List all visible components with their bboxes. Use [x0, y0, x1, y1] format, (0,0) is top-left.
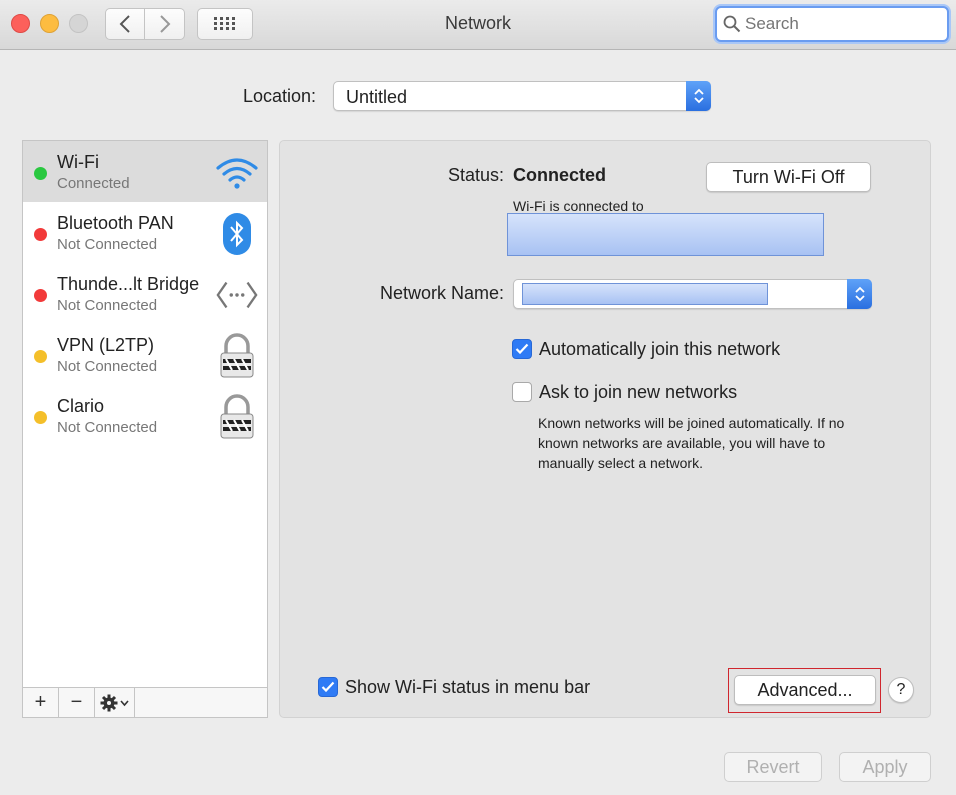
connected-to-text: Wi-Fi is connected to [513, 198, 644, 214]
lock-icon [215, 394, 259, 439]
status-dot-red [34, 228, 47, 241]
service-item-thunderbolt-bridge[interactable]: Thunde...lt Bridge Not Connected [23, 263, 267, 324]
lock-icon [215, 333, 259, 378]
status-dot-yellow [34, 411, 47, 424]
chevron-down-icon [119, 699, 129, 706]
location-select[interactable]: Untitled [333, 81, 711, 111]
search-input[interactable] [745, 14, 935, 34]
service-list: Wi-Fi Connected Bluetooth PAN Not Connec… [22, 140, 268, 718]
service-item-vpn-l2tp[interactable]: VPN (L2TP) Not Connected [23, 324, 267, 385]
show-status-label: Show Wi-Fi status in menu bar [345, 677, 591, 697]
service-name: Clario [57, 396, 105, 416]
redacted-network-name [522, 283, 768, 305]
search-icon [723, 15, 741, 33]
service-name: Thunde...lt Bridge [57, 274, 200, 294]
service-name: Wi-Fi [57, 152, 99, 172]
action-menu-button[interactable] [95, 688, 135, 717]
status-dot-yellow [34, 350, 47, 363]
service-status: Connected [57, 175, 130, 192]
service-item-wifi[interactable]: Wi-Fi Connected [23, 141, 267, 202]
location-value: Untitled [346, 87, 408, 107]
remove-service-button[interactable]: − [59, 688, 95, 717]
service-status: Not Connected [57, 358, 158, 375]
select-stepper-icon [686, 81, 711, 111]
ask-join-help-text: Known networks will be joined automatica… [538, 415, 845, 471]
search-field[interactable] [715, 6, 949, 42]
network-name-label: Network Name: [379, 283, 504, 303]
turn-wifi-off-button[interactable]: Turn Wi-Fi Off [706, 162, 871, 192]
title-bar: Network [0, 0, 956, 50]
location-label: Location: [243, 86, 317, 106]
checkmark-icon [515, 343, 529, 355]
status-dot-red [34, 289, 47, 302]
ask-join-checkbox[interactable] [512, 382, 532, 402]
network-name-select[interactable] [513, 279, 872, 309]
service-status: Not Connected [57, 236, 158, 253]
service-status: Not Connected [57, 297, 158, 314]
status-label: Status: [447, 165, 504, 185]
ask-join-label: Ask to join new networks [539, 382, 738, 402]
select-stepper-icon [847, 279, 872, 309]
bridge-arrows-icon [215, 273, 259, 317]
auto-join-checkbox[interactable] [512, 339, 532, 359]
advanced-button[interactable]: Advanced... [734, 675, 876, 705]
help-button[interactable]: ? [888, 677, 914, 703]
redacted-network-info [507, 213, 824, 256]
service-list-toolbar: + − [23, 687, 267, 717]
add-service-button[interactable]: + [23, 688, 59, 717]
checkmark-icon [321, 681, 335, 693]
auto-join-label: Automatically join this network [539, 339, 781, 359]
service-name: Bluetooth PAN [57, 213, 174, 233]
gear-icon [100, 694, 129, 711]
show-status-checkbox[interactable] [318, 677, 338, 697]
service-item-bluetooth-pan[interactable]: Bluetooth PAN Not Connected [23, 202, 267, 263]
status-value: Connected [513, 165, 607, 185]
service-item-clario[interactable]: Clario Not Connected [23, 385, 267, 446]
service-status: Not Connected [57, 419, 158, 436]
status-dot-green [34, 167, 47, 180]
bluetooth-icon [215, 212, 259, 256]
apply-button[interactable]: Apply [839, 752, 931, 782]
service-name: VPN (L2TP) [57, 335, 155, 355]
wifi-icon [215, 151, 259, 195]
revert-button[interactable]: Revert [724, 752, 822, 782]
